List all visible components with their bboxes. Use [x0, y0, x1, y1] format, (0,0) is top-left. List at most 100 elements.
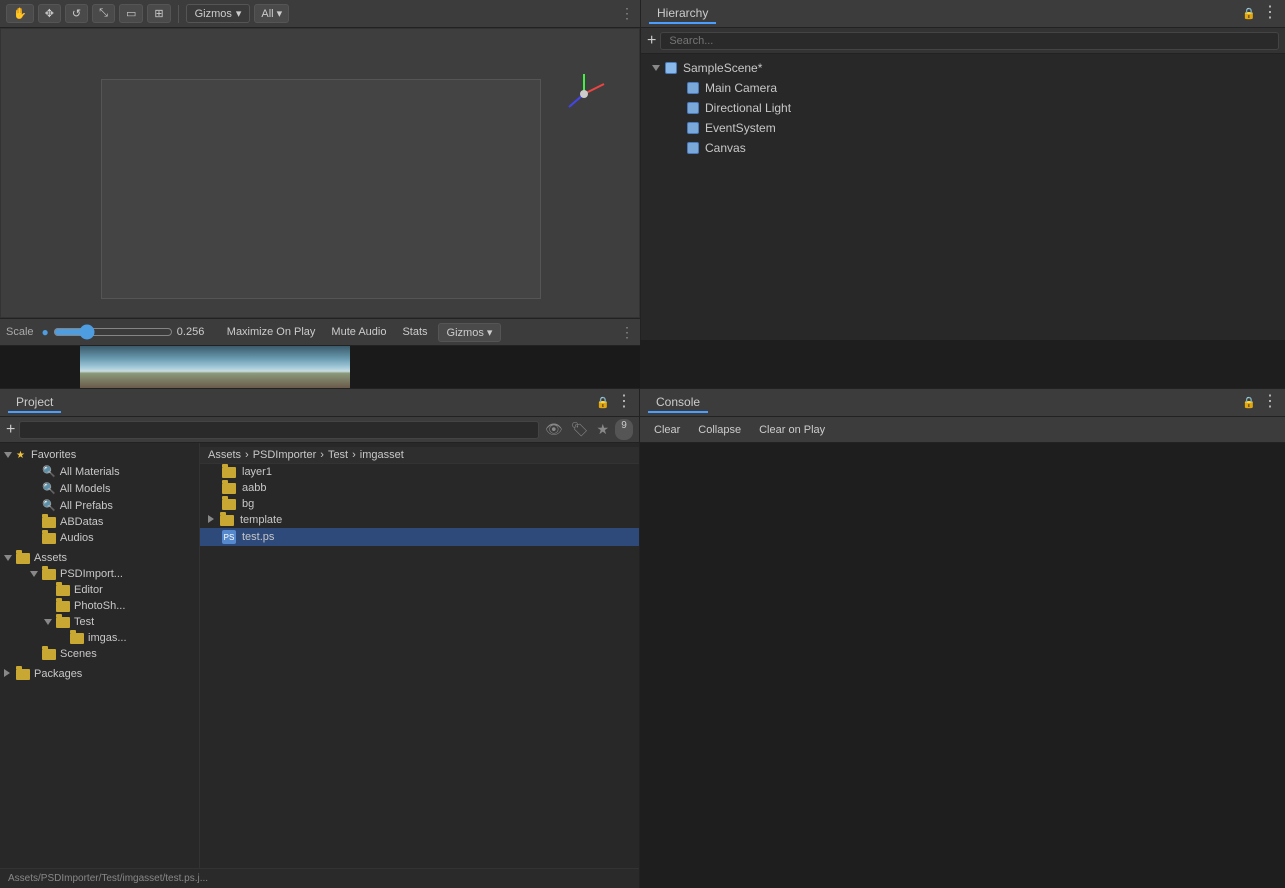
hierarchy-item-eventsystem[interactable]: EventSystem	[641, 118, 1285, 138]
scale-label: Scale	[6, 326, 34, 338]
layer1-label: layer1	[242, 466, 272, 478]
tree-item-imgas[interactable]: imgas...	[0, 630, 199, 646]
stats-button[interactable]: Stats	[396, 324, 433, 340]
collapse-button[interactable]: Collapse	[692, 422, 747, 438]
tag-icon-button[interactable]: 🏷	[569, 419, 591, 440]
tree-item-test[interactable]: Test	[0, 614, 199, 630]
folder-icon	[42, 517, 56, 528]
folder-icon	[56, 585, 70, 596]
canvas-icon	[685, 140, 701, 156]
scene-name: SampleScene*	[683, 61, 762, 75]
asset-item-test-ps[interactable]: PS test.ps	[200, 528, 639, 546]
scale-tool-button[interactable]: ⤡	[92, 4, 115, 23]
right-panel: Hierarchy 🔒 ⋮ + SampleScene*	[640, 0, 1285, 388]
asset-item-layer1[interactable]: layer1	[200, 464, 639, 480]
camera-icon	[685, 80, 701, 96]
project-more-icon[interactable]: ⋮	[616, 396, 631, 409]
tree-item-audios[interactable]: Audios	[0, 530, 199, 546]
maximize-on-play-button[interactable]: Maximize On Play	[221, 324, 322, 340]
photosh-label: PhotoSh...	[74, 600, 125, 612]
expand-arrow-icon	[4, 450, 16, 460]
template-label: template	[240, 514, 282, 526]
tree-item-all-models[interactable]: 🔍 All Models	[0, 480, 199, 497]
folder-icon	[56, 601, 70, 612]
tree-item-abdatas[interactable]: ABDatas	[0, 514, 199, 530]
hierarchy-item-directional-light[interactable]: Directional Light	[641, 98, 1285, 118]
scene-toolbar: ✋ ✥ ↺ ⤡ ▭ ⊞ Gizmos ▾ All ▾ ⋮	[0, 0, 640, 28]
clear-on-play-button[interactable]: Clear on Play	[753, 422, 831, 438]
tree-item-scenes[interactable]: Scenes	[0, 646, 199, 662]
breadcrumb-assets: Assets	[208, 449, 241, 461]
scale-value: 0.256	[177, 326, 217, 338]
hierarchy-more-icon[interactable]: ⋮	[1262, 7, 1277, 20]
asset-item-template[interactable]: template	[200, 512, 639, 528]
hand-tool-button[interactable]: ✋	[6, 4, 34, 23]
tree-item-psdimporter[interactable]: PSDImport...	[0, 566, 199, 582]
game-gizmos-dropdown[interactable]: Gizmos ▾	[438, 323, 502, 342]
asset-item-aabb[interactable]: aabb	[200, 480, 639, 496]
search-icon: 🔍	[42, 465, 56, 478]
test-label: Test	[74, 616, 94, 628]
project-content: ★ Favorites 🔍 All Materials 🔍 All Models…	[0, 443, 639, 868]
scene-viewport	[0, 28, 640, 318]
tree-item-editor[interactable]: Editor	[0, 582, 199, 598]
project-toolbar: + 👁 🏷 ★ 9	[0, 417, 639, 443]
all-filter-dropdown[interactable]: All ▾	[254, 4, 289, 23]
star-icon-button[interactable]: ★	[594, 419, 611, 440]
hierarchy-item-main-camera[interactable]: Main Camera	[641, 78, 1285, 98]
asset-item-bg[interactable]: bg	[200, 496, 639, 512]
clear-button[interactable]: Clear	[648, 422, 686, 438]
project-header: Project 🔒 ⋮	[0, 389, 639, 417]
all-models-label: All Models	[60, 483, 111, 495]
eye-icon-button[interactable]: 👁	[543, 419, 565, 440]
game-viewport	[0, 346, 640, 388]
rotate-tool-button[interactable]: ↺	[65, 4, 88, 23]
project-lock-icon[interactable]: 🔒	[596, 396, 610, 409]
left-panel: ✋ ✥ ↺ ⤡ ▭ ⊞ Gizmos ▾ All ▾ ⋮	[0, 0, 640, 388]
hierarchy-panel: Hierarchy 🔒 ⋮ + SampleScene*	[640, 0, 1285, 340]
scene-more-button[interactable]: ⋮	[620, 5, 634, 22]
console-lock-icon[interactable]: 🔒	[1242, 396, 1256, 409]
folder-icon	[42, 569, 56, 580]
mute-audio-button[interactable]: Mute Audio	[325, 324, 392, 340]
project-assets-list: Assets › PSDImporter › Test › imgasset l…	[200, 443, 639, 868]
rect-tool-button[interactable]: ▭	[119, 4, 143, 23]
search-icon: 🔍	[42, 499, 56, 512]
lock-icon[interactable]: 🔒	[1242, 7, 1256, 20]
directional-light-label: Directional Light	[705, 101, 791, 115]
tree-item-packages[interactable]: Packages	[0, 666, 199, 682]
bottom-area: Project 🔒 ⋮ + 👁 🏷 ★ 9 ★ Favor	[0, 388, 1285, 888]
console-more-icon[interactable]: ⋮	[1262, 396, 1277, 409]
project-add-button[interactable]: +	[6, 422, 15, 438]
transform-tool-button[interactable]: ⊞	[147, 4, 170, 23]
no-arrow	[671, 121, 685, 135]
scenes-label: Scenes	[60, 648, 97, 660]
hierarchy-tab[interactable]: Hierarchy	[649, 4, 716, 24]
tree-item-photosh[interactable]: PhotoSh...	[0, 598, 199, 614]
project-search-input[interactable]	[19, 421, 539, 439]
game-more-button[interactable]: ⋮	[620, 324, 634, 341]
tree-item-favorites[interactable]: ★ Favorites	[0, 447, 199, 463]
hierarchy-add-button[interactable]: +	[647, 33, 656, 49]
hierarchy-item-canvas[interactable]: Canvas	[641, 138, 1285, 158]
console-tab[interactable]: Console	[648, 393, 708, 413]
tree-item-all-prefabs[interactable]: 🔍 All Prefabs	[0, 497, 199, 514]
hierarchy-content: SampleScene* Main Camera Directi	[641, 54, 1285, 340]
hierarchy-search[interactable]	[660, 32, 1279, 50]
aabb-label: aabb	[242, 482, 266, 494]
gizmos-dropdown[interactable]: Gizmos ▾	[186, 4, 251, 23]
folder-icon	[222, 483, 236, 494]
expand-arrow-icon	[649, 61, 663, 75]
breadcrumb-arrow-1: ›	[245, 449, 249, 461]
light-icon	[685, 100, 701, 116]
breadcrumb-test: Test	[328, 449, 348, 461]
project-tab[interactable]: Project	[8, 393, 61, 413]
no-arrow	[671, 141, 685, 155]
move-tool-button[interactable]: ✥	[38, 4, 61, 23]
console-content	[640, 443, 1285, 888]
gizmos-label: Gizmos	[447, 327, 484, 339]
tree-item-assets[interactable]: Assets	[0, 550, 199, 566]
tree-item-all-materials[interactable]: 🔍 All Materials	[0, 463, 199, 480]
scale-slider[interactable]	[53, 324, 173, 340]
hierarchy-item-samplescene[interactable]: SampleScene*	[641, 58, 1285, 78]
